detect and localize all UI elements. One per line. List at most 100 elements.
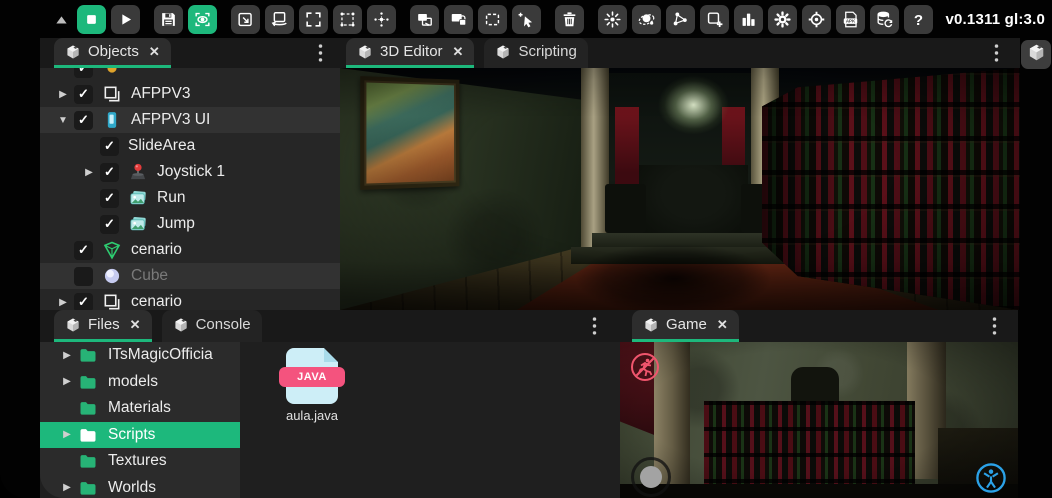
objects-panel: Objects ✕ ✓▶✓AFPPV3▼✓AFPPV3 UI✓SlideArea… (40, 38, 340, 310)
tab-game[interactable]: Game ✕ (632, 310, 739, 342)
visibility-checkbox[interactable]: ✓ (74, 85, 93, 104)
accessibility-button[interactable] (974, 461, 1008, 495)
visibility-checkbox[interactable]: ✓ (100, 137, 119, 156)
apk-export-button[interactable]: APK (836, 5, 865, 34)
expand-arrow-icon[interactable]: ▶ (56, 482, 78, 493)
save-icon (159, 10, 178, 29)
tab-scripting[interactable]: Scripting (484, 38, 587, 68)
close-icon[interactable]: ✕ (149, 44, 160, 60)
visibility-checkbox[interactable]: ✓ (74, 241, 93, 260)
objects-menu-kebab-icon[interactable] (313, 38, 328, 68)
folder-row-models[interactable]: ▶models (40, 369, 240, 396)
close-icon[interactable]: ✕ (453, 44, 464, 60)
move-tool-button[interactable] (367, 5, 396, 34)
game-panel: Game ✕ (620, 310, 1018, 498)
visibility-checkbox[interactable]: ✓ (74, 111, 93, 130)
tab-files[interactable]: Files ✕ (54, 310, 152, 342)
folder-row-textures[interactable]: Textures (40, 448, 240, 475)
app-root: APK? v0.1311 gl:3.0 Objects ✕ ✓▶✓AFPPV3▼… (0, 0, 1052, 498)
expand-arrow-icon[interactable]: ▼ (52, 115, 74, 126)
game-viewport[interactable] (620, 342, 1018, 498)
project-target-button[interactable] (802, 5, 831, 34)
visibility-checkbox[interactable]: ✓ (74, 68, 93, 78)
visibility-checkbox[interactable]: ✓ (100, 163, 119, 182)
rect-transform-button[interactable] (231, 5, 260, 34)
expand-arrow-icon[interactable]: ▶ (52, 89, 74, 100)
tab-files-label: Files (88, 316, 120, 333)
delete-button[interactable] (555, 5, 584, 34)
database-sync-button[interactable] (870, 5, 899, 34)
visibility-checkbox[interactable]: ✓ (74, 293, 93, 311)
select-box-icon (338, 10, 357, 29)
rotate-tool-button[interactable] (265, 5, 294, 34)
folder-label: ITsMagicOfficia (108, 346, 213, 364)
editor-tabbar: 3D Editor ✕ Scripting (340, 38, 1020, 68)
add-object-button[interactable] (700, 5, 729, 34)
node-graph-button[interactable] (666, 5, 695, 34)
save-button[interactable] (154, 5, 183, 34)
object-row[interactable]: ▶✓AFPPV3 (40, 81, 340, 107)
docked-panel-tab[interactable] (1021, 40, 1051, 69)
scene-view-button[interactable] (188, 5, 217, 34)
marquee-select-button[interactable] (478, 5, 507, 34)
folder-row-worlds[interactable]: ▶Worlds (40, 475, 240, 498)
pointer-add-button[interactable] (512, 5, 541, 34)
file-item-aula-java[interactable]: JAVA aula.java (276, 348, 348, 423)
joystick-knob[interactable] (640, 466, 662, 488)
select-tool-button[interactable] (333, 5, 362, 34)
stats-button[interactable] (734, 5, 763, 34)
expand-toolbar-button[interactable] (50, 5, 72, 34)
expand-arrow-icon[interactable]: ▶ (56, 429, 78, 440)
flare-icon (603, 10, 622, 29)
scale-tool-button[interactable] (299, 5, 328, 34)
folder-row-materials[interactable]: Materials (40, 395, 240, 422)
duplicate-button[interactable] (410, 5, 439, 34)
accessibility-icon (974, 461, 1008, 495)
target-gear-icon (807, 10, 826, 29)
box-logo-icon (65, 317, 81, 333)
expand-arrow-icon[interactable]: ▶ (56, 376, 78, 387)
object-row[interactable]: ✓Jump (40, 211, 340, 237)
help-button[interactable]: ? (904, 5, 933, 34)
frame-icon (102, 84, 122, 104)
settings-button[interactable] (768, 5, 797, 34)
object-row[interactable]: ✓SlideArea (40, 133, 340, 159)
tab-objects[interactable]: Objects ✕ (54, 38, 171, 68)
close-icon[interactable]: ✕ (130, 317, 141, 333)
object-row[interactable]: ✓Run (40, 185, 340, 211)
object-row[interactable]: ▼✓AFPPV3 UI (40, 107, 340, 133)
expand-arrow-icon[interactable]: ▶ (52, 297, 74, 308)
files-menu-kebab-icon[interactable] (587, 310, 602, 342)
lock-object-button[interactable] (444, 5, 473, 34)
editor-menu-kebab-icon[interactable] (989, 38, 1004, 68)
object-row[interactable]: ✓ (40, 68, 340, 81)
folder-row-scripts[interactable]: ▶Scripts (40, 422, 240, 449)
folder-row-itsmagicofficia[interactable]: ▶ ITsMagicOfficia (40, 342, 240, 369)
object-row[interactable]: ✓cenario (40, 237, 340, 263)
joystick-control[interactable] (631, 457, 671, 497)
expand-arrow-icon[interactable]: ▶ (78, 167, 100, 178)
visibility-checkbox[interactable]: ✓ (100, 189, 119, 208)
tab-3d-editor[interactable]: 3D Editor ✕ (346, 38, 474, 68)
object-label: cenario (131, 293, 182, 310)
play-button[interactable] (111, 5, 140, 34)
object-row[interactable]: Cube (40, 263, 340, 289)
stop-button[interactable] (77, 5, 106, 34)
expand-arrow-icon[interactable]: ▶ (56, 350, 78, 361)
game-menu-kebab-icon[interactable] (987, 310, 1002, 342)
run-toggle-button[interactable] (629, 351, 661, 383)
environment-button[interactable] (632, 5, 661, 34)
tab-console[interactable]: Console (162, 310, 262, 342)
eye-icon (193, 10, 212, 29)
planet-icon (637, 10, 656, 29)
visibility-checkbox[interactable]: ✓ (100, 215, 119, 234)
light-button[interactable] (598, 5, 627, 34)
visibility-checkbox[interactable] (74, 267, 93, 286)
light-dot-icon (102, 68, 122, 78)
object-row[interactable]: ▶✓Joystick 1 (40, 159, 340, 185)
editor-viewport[interactable] (340, 68, 1020, 310)
database-sync-icon (875, 10, 894, 29)
folder-icon (78, 372, 98, 392)
close-icon[interactable]: ✕ (717, 317, 728, 333)
object-row[interactable]: ▶✓ cenario (40, 289, 340, 310)
